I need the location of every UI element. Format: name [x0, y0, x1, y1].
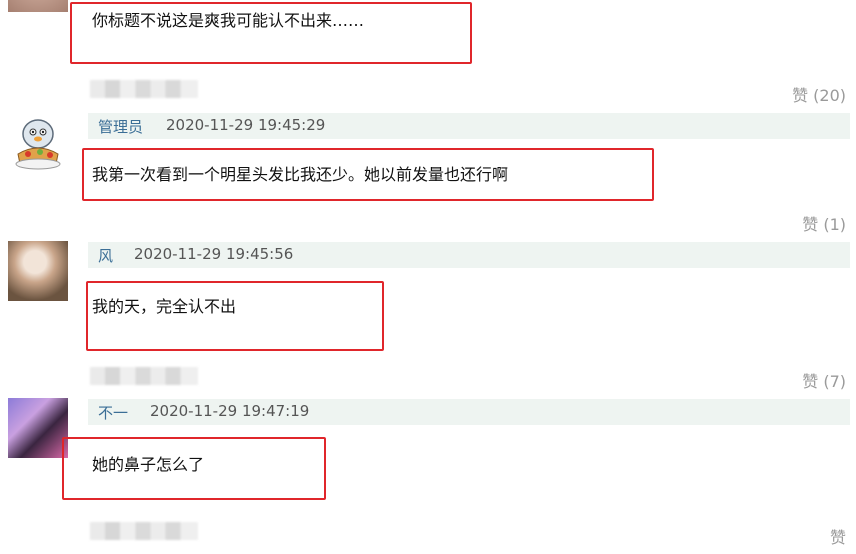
blurred-reply-link[interactable]: [90, 80, 198, 98]
username-link[interactable]: 风: [98, 245, 113, 266]
like-button[interactable]: 赞 (20): [792, 82, 846, 106]
comment-timestamp: 2020-11-29 19:47:19: [150, 402, 310, 420]
comment-text: 你标题不说这是爽我可能认不出来……: [92, 11, 365, 30]
cartoon-avatar-icon: [15, 119, 61, 170]
comment-header: 风 2020-11-29 19:45:56: [88, 242, 850, 268]
avatar[interactable]: [8, 398, 68, 458]
like-button[interactable]: 赞 (7): [802, 368, 846, 392]
like-button[interactable]: 赞 (1): [802, 211, 846, 235]
comment-timestamp: 2020-11-29 19:45:29: [166, 116, 326, 134]
comment-header: 不一 2020-11-29 19:47:19: [88, 399, 850, 425]
like-button[interactable]: 赞: [830, 524, 846, 548]
blurred-reply-link[interactable]: [90, 367, 198, 385]
comment-text: 她的鼻子怎么了: [92, 455, 205, 474]
avatar[interactable]: [8, 0, 68, 12]
comment-text: 我的天，完全认不出: [92, 297, 237, 316]
comment-timestamp: 2020-11-29 19:45:56: [134, 245, 294, 263]
avatar[interactable]: [8, 241, 68, 301]
blurred-reply-link[interactable]: [90, 522, 198, 540]
avatar[interactable]: [8, 112, 68, 172]
username-link[interactable]: 管理员: [98, 116, 143, 137]
comment-text: 我第一次看到一个明星头发比我还少。她以前发量也还行啊: [92, 165, 509, 184]
comment-header: 管理员 2020-11-29 19:45:29: [88, 113, 850, 139]
username-link[interactable]: 不一: [98, 402, 128, 423]
